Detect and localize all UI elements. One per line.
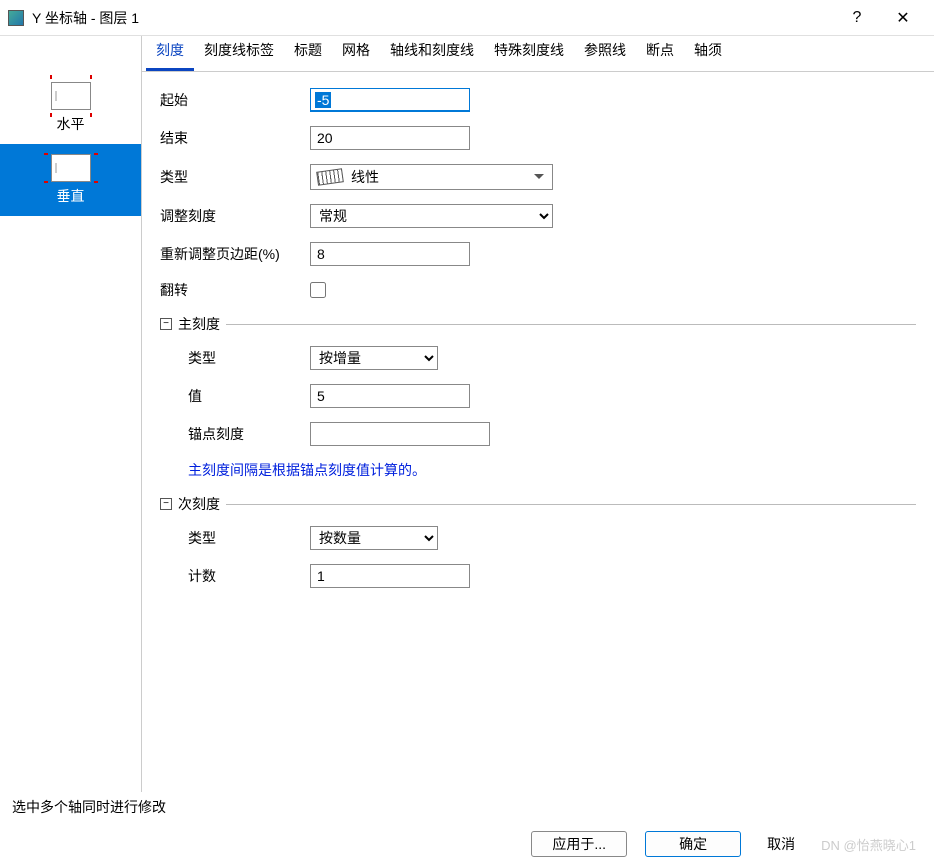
minor-collapse-toggle[interactable]: − — [160, 498, 172, 510]
sidebar-item-label: 垂直 — [57, 186, 85, 206]
tab-rug[interactable]: 轴须 — [684, 34, 732, 71]
minor-title: 次刻度 — [178, 494, 220, 514]
divider — [226, 504, 916, 505]
minor-count-label: 计数 — [160, 566, 310, 586]
sidebar-item-vertical[interactable]: 垂直 — [0, 144, 141, 216]
start-label: 起始 — [160, 90, 310, 110]
footer-hint: 选中多个轴同时进行修改 — [0, 792, 934, 821]
major-value-label: 值 — [160, 386, 310, 406]
app-icon — [8, 10, 24, 26]
start-value: -5 — [315, 92, 331, 108]
tab-scale[interactable]: 刻度 — [146, 34, 194, 71]
tab-reflines[interactable]: 参照线 — [574, 34, 636, 71]
ruler-icon — [316, 168, 344, 185]
major-value-input[interactable] — [310, 384, 470, 408]
help-button[interactable]: ? — [834, 0, 880, 36]
flip-checkbox[interactable] — [310, 282, 326, 298]
major-anchor-input[interactable] — [310, 422, 490, 446]
ok-button[interactable]: 确定 — [645, 831, 741, 857]
sidebar-item-label: 水平 — [57, 114, 85, 134]
vertical-axis-icon — [51, 154, 91, 182]
axis-sidebar: 水平 垂直 — [0, 36, 142, 792]
horizontal-axis-icon — [51, 82, 91, 110]
apply-button[interactable]: 应用于... — [531, 831, 627, 857]
end-input[interactable] — [310, 126, 470, 150]
minor-type-label: 类型 — [160, 528, 310, 548]
adjust-select[interactable]: 常规 — [310, 204, 553, 228]
margin-label: 重新调整页边距(%) — [160, 244, 310, 264]
major-title: 主刻度 — [178, 314, 220, 334]
major-hint: 主刻度间隔是根据锚点刻度值计算的。 — [188, 460, 916, 480]
type-label: 类型 — [160, 167, 310, 187]
scale-type-value: 线性 — [351, 167, 379, 187]
window-title: Y 坐标轴 - 图层 1 — [32, 8, 834, 28]
minor-count-input[interactable] — [310, 564, 470, 588]
flip-label: 翻转 — [160, 280, 310, 300]
major-type-label: 类型 — [160, 348, 310, 368]
major-collapse-toggle[interactable]: − — [160, 318, 172, 330]
major-type-select[interactable]: 按增量 — [310, 346, 438, 370]
divider — [226, 324, 916, 325]
scale-type-select[interactable]: 线性 — [310, 164, 553, 190]
adjust-label: 调整刻度 — [160, 206, 310, 226]
tab-bar: 刻度 刻度线标签 标题 网格 轴线和刻度线 特殊刻度线 参照线 断点 轴须 — [142, 36, 934, 72]
watermark: DN @怡燕晓心1 — [821, 835, 916, 854]
margin-input[interactable] — [310, 242, 470, 266]
start-input[interactable]: -5 — [310, 88, 470, 112]
tab-axis-ticks[interactable]: 轴线和刻度线 — [380, 34, 484, 71]
close-button[interactable]: ✕ — [880, 0, 926, 36]
minor-type-select[interactable]: 按数量 — [310, 526, 438, 550]
tab-special-ticks[interactable]: 特殊刻度线 — [484, 34, 574, 71]
tab-title[interactable]: 标题 — [284, 34, 332, 71]
sidebar-item-horizontal[interactable]: 水平 — [0, 72, 141, 144]
end-label: 结束 — [160, 128, 310, 148]
cancel-button[interactable]: 取消 — [759, 834, 803, 854]
major-anchor-label: 锚点刻度 — [160, 424, 310, 444]
tab-breaks[interactable]: 断点 — [636, 34, 684, 71]
tab-grid[interactable]: 网格 — [332, 34, 380, 71]
tab-tick-labels[interactable]: 刻度线标签 — [194, 34, 284, 71]
